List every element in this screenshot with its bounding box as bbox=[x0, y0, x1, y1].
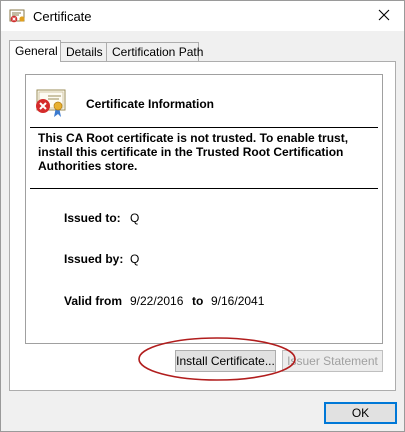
valid-to-value: 9/16/2041 bbox=[211, 294, 265, 308]
tab-general[interactable]: General bbox=[9, 40, 61, 62]
certificate-dialog: Certificate General Details Certificatio… bbox=[0, 0, 405, 432]
close-icon bbox=[378, 9, 390, 24]
certificate-info-box: Certificate Information This CA Root cer… bbox=[25, 74, 383, 344]
divider bbox=[30, 188, 378, 189]
issued-to-value: Q bbox=[130, 211, 140, 225]
valid-from-value: 9/22/2016 bbox=[130, 294, 184, 308]
tab-details[interactable]: Details bbox=[60, 42, 107, 61]
trust-warning: This CA Root certificate is not trusted.… bbox=[38, 131, 349, 173]
install-certificate-button[interactable]: Install Certificate... bbox=[175, 350, 276, 372]
issued-by-value: Q bbox=[130, 252, 140, 266]
certificate-error-icon bbox=[34, 85, 68, 119]
close-button[interactable] bbox=[372, 5, 396, 27]
issued-to-label: Issued to: bbox=[64, 211, 121, 225]
tab-certification-path[interactable]: Certification Path bbox=[106, 42, 203, 61]
certificate-icon bbox=[9, 8, 27, 24]
window-title: Certificate bbox=[33, 9, 92, 24]
ok-button[interactable]: OK bbox=[324, 402, 397, 424]
title-bar: Certificate bbox=[1, 1, 404, 31]
issued-by-label: Issued by: bbox=[64, 252, 124, 266]
divider bbox=[30, 127, 378, 128]
info-heading: Certificate Information bbox=[86, 97, 215, 111]
issuer-statement-button: Issuer Statement bbox=[282, 350, 383, 372]
general-tab-panel: Certificate Information This CA Root cer… bbox=[9, 61, 396, 391]
valid-to-label: to bbox=[192, 294, 204, 308]
valid-from-label: Valid from bbox=[64, 294, 123, 308]
